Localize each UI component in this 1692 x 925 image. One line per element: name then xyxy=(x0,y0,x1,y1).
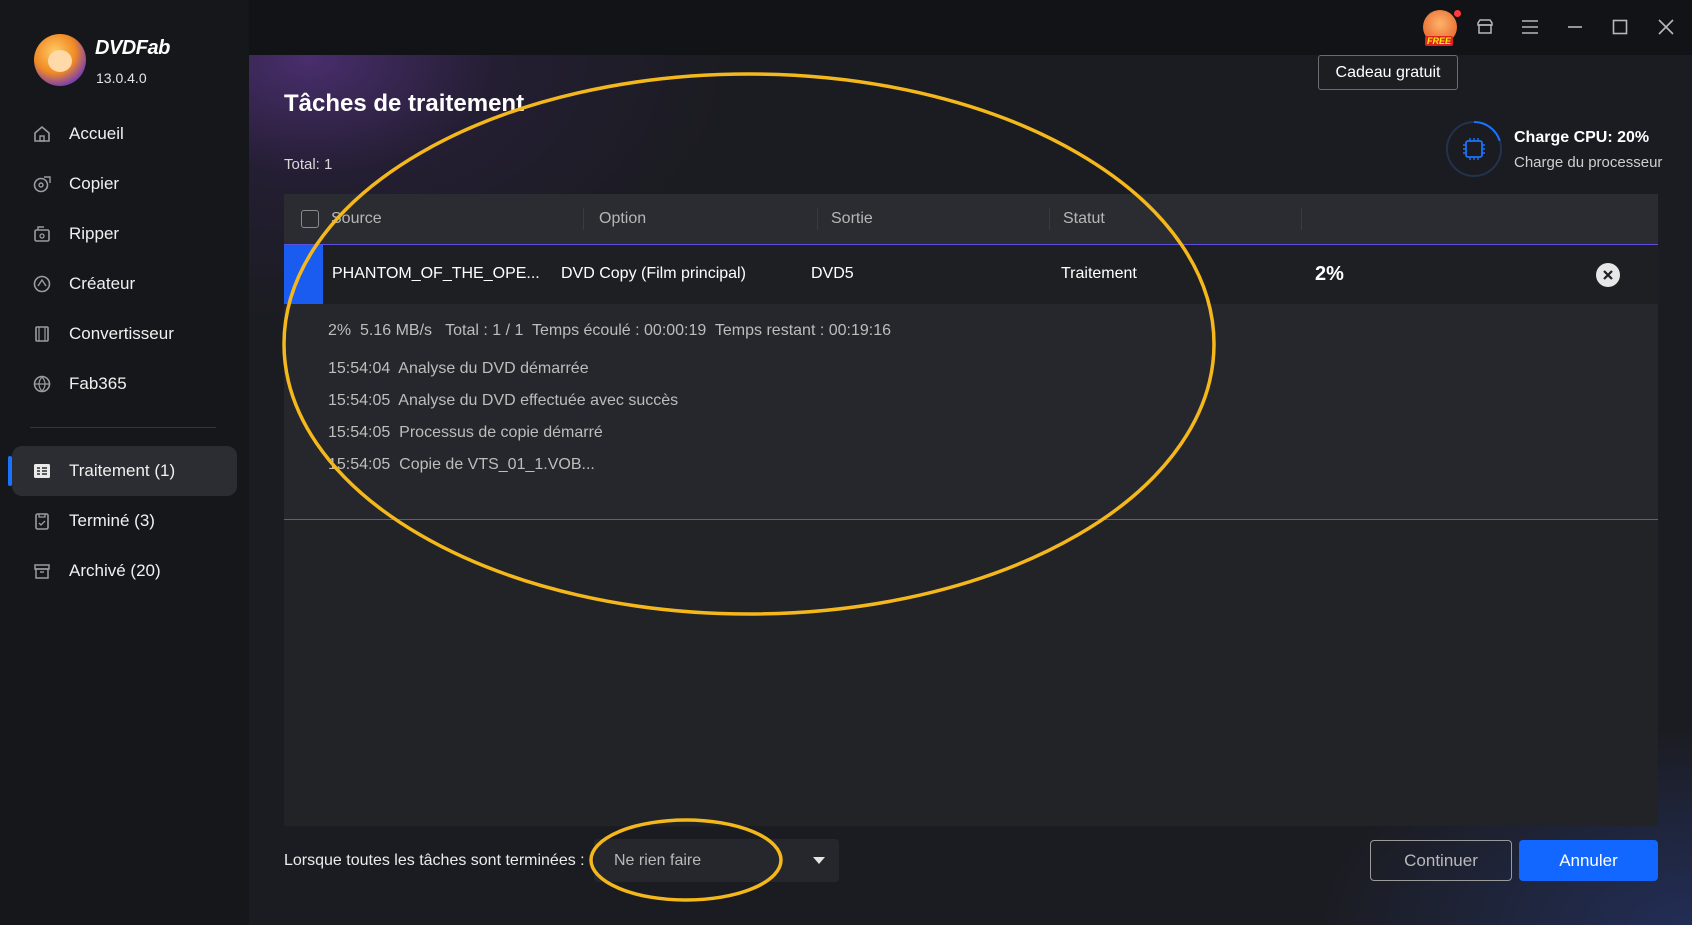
close-icon xyxy=(1658,19,1674,35)
sidebar-item-traitement[interactable]: Traitement (1) xyxy=(8,446,237,496)
log-line: 15:54:05 Analyse du DVD effectuée avec s… xyxy=(328,392,679,409)
task-progress-percent: 2% xyxy=(1315,263,1344,285)
minimize-icon xyxy=(1568,26,1582,28)
converter-icon xyxy=(35,326,49,342)
sidebar-item-termine[interactable]: Terminé (3) xyxy=(12,496,237,546)
chevron-down-icon xyxy=(813,857,825,864)
table-row[interactable]: PHANTOM_OF_THE_OPE... DVD Copy (Film pri… xyxy=(284,244,1658,304)
cpu-load-title: Charge CPU: 20% xyxy=(1514,129,1650,146)
archive-icon xyxy=(34,564,50,579)
column-header-statut[interactable]: Statut xyxy=(1063,210,1105,228)
remove-task-button[interactable] xyxy=(1596,263,1620,287)
task-details-panel: 2% 5.16 MB/s Total : 1 / 1 Temps écoulé … xyxy=(284,304,1658,520)
sidebar-item-label: Ripper xyxy=(69,224,120,243)
task-status: Traitement xyxy=(1061,265,1137,282)
cancel-button[interactable]: Annuler xyxy=(1519,840,1658,881)
table-header: Source Option Sortie Statut xyxy=(284,194,1658,244)
log-line: 15:54:05 Copie de VTS_01_1.VOB... xyxy=(328,456,595,473)
column-header-sortie[interactable]: Sortie xyxy=(831,210,873,228)
minimize-button[interactable] xyxy=(1562,14,1588,40)
task-output: DVD5 xyxy=(811,265,854,282)
completion-action-select[interactable]: Ne rien faire xyxy=(594,839,839,882)
page-title: Tâches de traitement xyxy=(284,90,525,117)
shop-button[interactable] xyxy=(1472,14,1498,40)
column-divider xyxy=(1049,208,1050,230)
task-source: PHANTOM_OF_THE_OPE... xyxy=(332,265,540,282)
close-window-button[interactable] xyxy=(1653,14,1679,40)
log-line: 15:54:04 Analyse du DVD démarrée xyxy=(328,360,589,377)
row-selection-marker xyxy=(284,245,323,304)
sidebar-item-fab365[interactable]: Fab365 xyxy=(12,359,237,409)
log-line: 15:54:05 Processus de copie démarré xyxy=(328,424,603,441)
app-version: 13.0.4.0 xyxy=(96,70,147,86)
cpu-chip-icon xyxy=(1463,138,1485,160)
close-icon xyxy=(1603,270,1613,280)
maximize-button[interactable] xyxy=(1607,14,1633,40)
completion-action-label: Lorsque toutes les tâches sont terminées… xyxy=(284,852,585,869)
free-badge-label: FREE xyxy=(1425,36,1454,46)
task-option: DVD Copy (Film principal) xyxy=(561,265,746,282)
creator-icon xyxy=(33,275,51,293)
sidebar-item-ripper[interactable]: Ripper xyxy=(12,209,237,259)
free-gift-button[interactable]: FREE xyxy=(1423,10,1457,46)
brand-name: DVDFab xyxy=(95,37,170,59)
column-divider xyxy=(817,208,818,230)
fab365-icon xyxy=(33,375,51,393)
sidebar-item-archive[interactable]: Archivé (20) xyxy=(12,546,237,596)
sidebar-item-label: Copier xyxy=(69,174,120,193)
gift-tooltip: Cadeau gratuit xyxy=(1318,55,1458,90)
finished-icon xyxy=(35,513,49,530)
sidebar-item-label: Créateur xyxy=(69,274,136,293)
task-total: Total: 1 xyxy=(284,156,333,173)
column-header-source[interactable]: Source xyxy=(331,210,382,228)
cpu-load-subtitle: Charge du processeur xyxy=(1514,154,1663,171)
select-value: Ne rien faire xyxy=(614,852,702,869)
copy-icon xyxy=(33,176,51,193)
main-panel: FREE Cadeau gratuit Tâches de traitement… xyxy=(249,0,1692,925)
sidebar-item-createur[interactable]: Créateur xyxy=(12,259,237,309)
app-window: DVDFab 13.0.4.0 Accueil Copier Ripper Cr… xyxy=(0,0,1692,925)
sidebar-item-label: Terminé (3) xyxy=(69,511,155,530)
ripper-icon xyxy=(34,226,50,242)
task-stats: 2% 5.16 MB/s Total : 1 / 1 Temps écoulé … xyxy=(328,322,891,339)
sidebar-item-label: Accueil xyxy=(69,124,124,143)
maximize-icon xyxy=(1612,19,1628,35)
column-header-option[interactable]: Option xyxy=(599,210,646,228)
hamburger-menu-icon xyxy=(1522,20,1538,34)
column-divider xyxy=(583,208,584,230)
sidebar-item-label: Archivé (20) xyxy=(69,561,161,580)
notification-dot xyxy=(1454,10,1461,17)
sidebar-item-copier[interactable]: Copier xyxy=(12,159,237,209)
sidebar-divider xyxy=(30,427,216,428)
cpu-load-ring xyxy=(1446,121,1502,177)
sidebar-item-convertisseur[interactable]: Convertisseur xyxy=(12,309,237,359)
home-icon xyxy=(34,125,50,142)
sidebar-item-accueil[interactable]: Accueil xyxy=(12,109,237,159)
title-bar: FREE xyxy=(249,0,1692,55)
continue-button[interactable]: Continuer xyxy=(1370,840,1512,881)
column-divider xyxy=(1301,208,1302,230)
sidebar: DVDFab 13.0.4.0 Accueil Copier Ripper Cr… xyxy=(0,0,249,925)
dvdfab-logo xyxy=(34,34,86,86)
sidebar-item-label: Fab365 xyxy=(69,374,127,393)
shop-icon xyxy=(1477,19,1493,34)
sidebar-item-label: Convertisseur xyxy=(69,324,174,343)
menu-button[interactable] xyxy=(1517,14,1543,40)
sidebar-item-label: Traitement (1) xyxy=(69,461,176,480)
processing-icon xyxy=(34,464,50,478)
select-all-checkbox[interactable] xyxy=(301,210,319,228)
task-table: Source Option Sortie Statut PHANTOM_OF_T… xyxy=(284,194,1658,826)
